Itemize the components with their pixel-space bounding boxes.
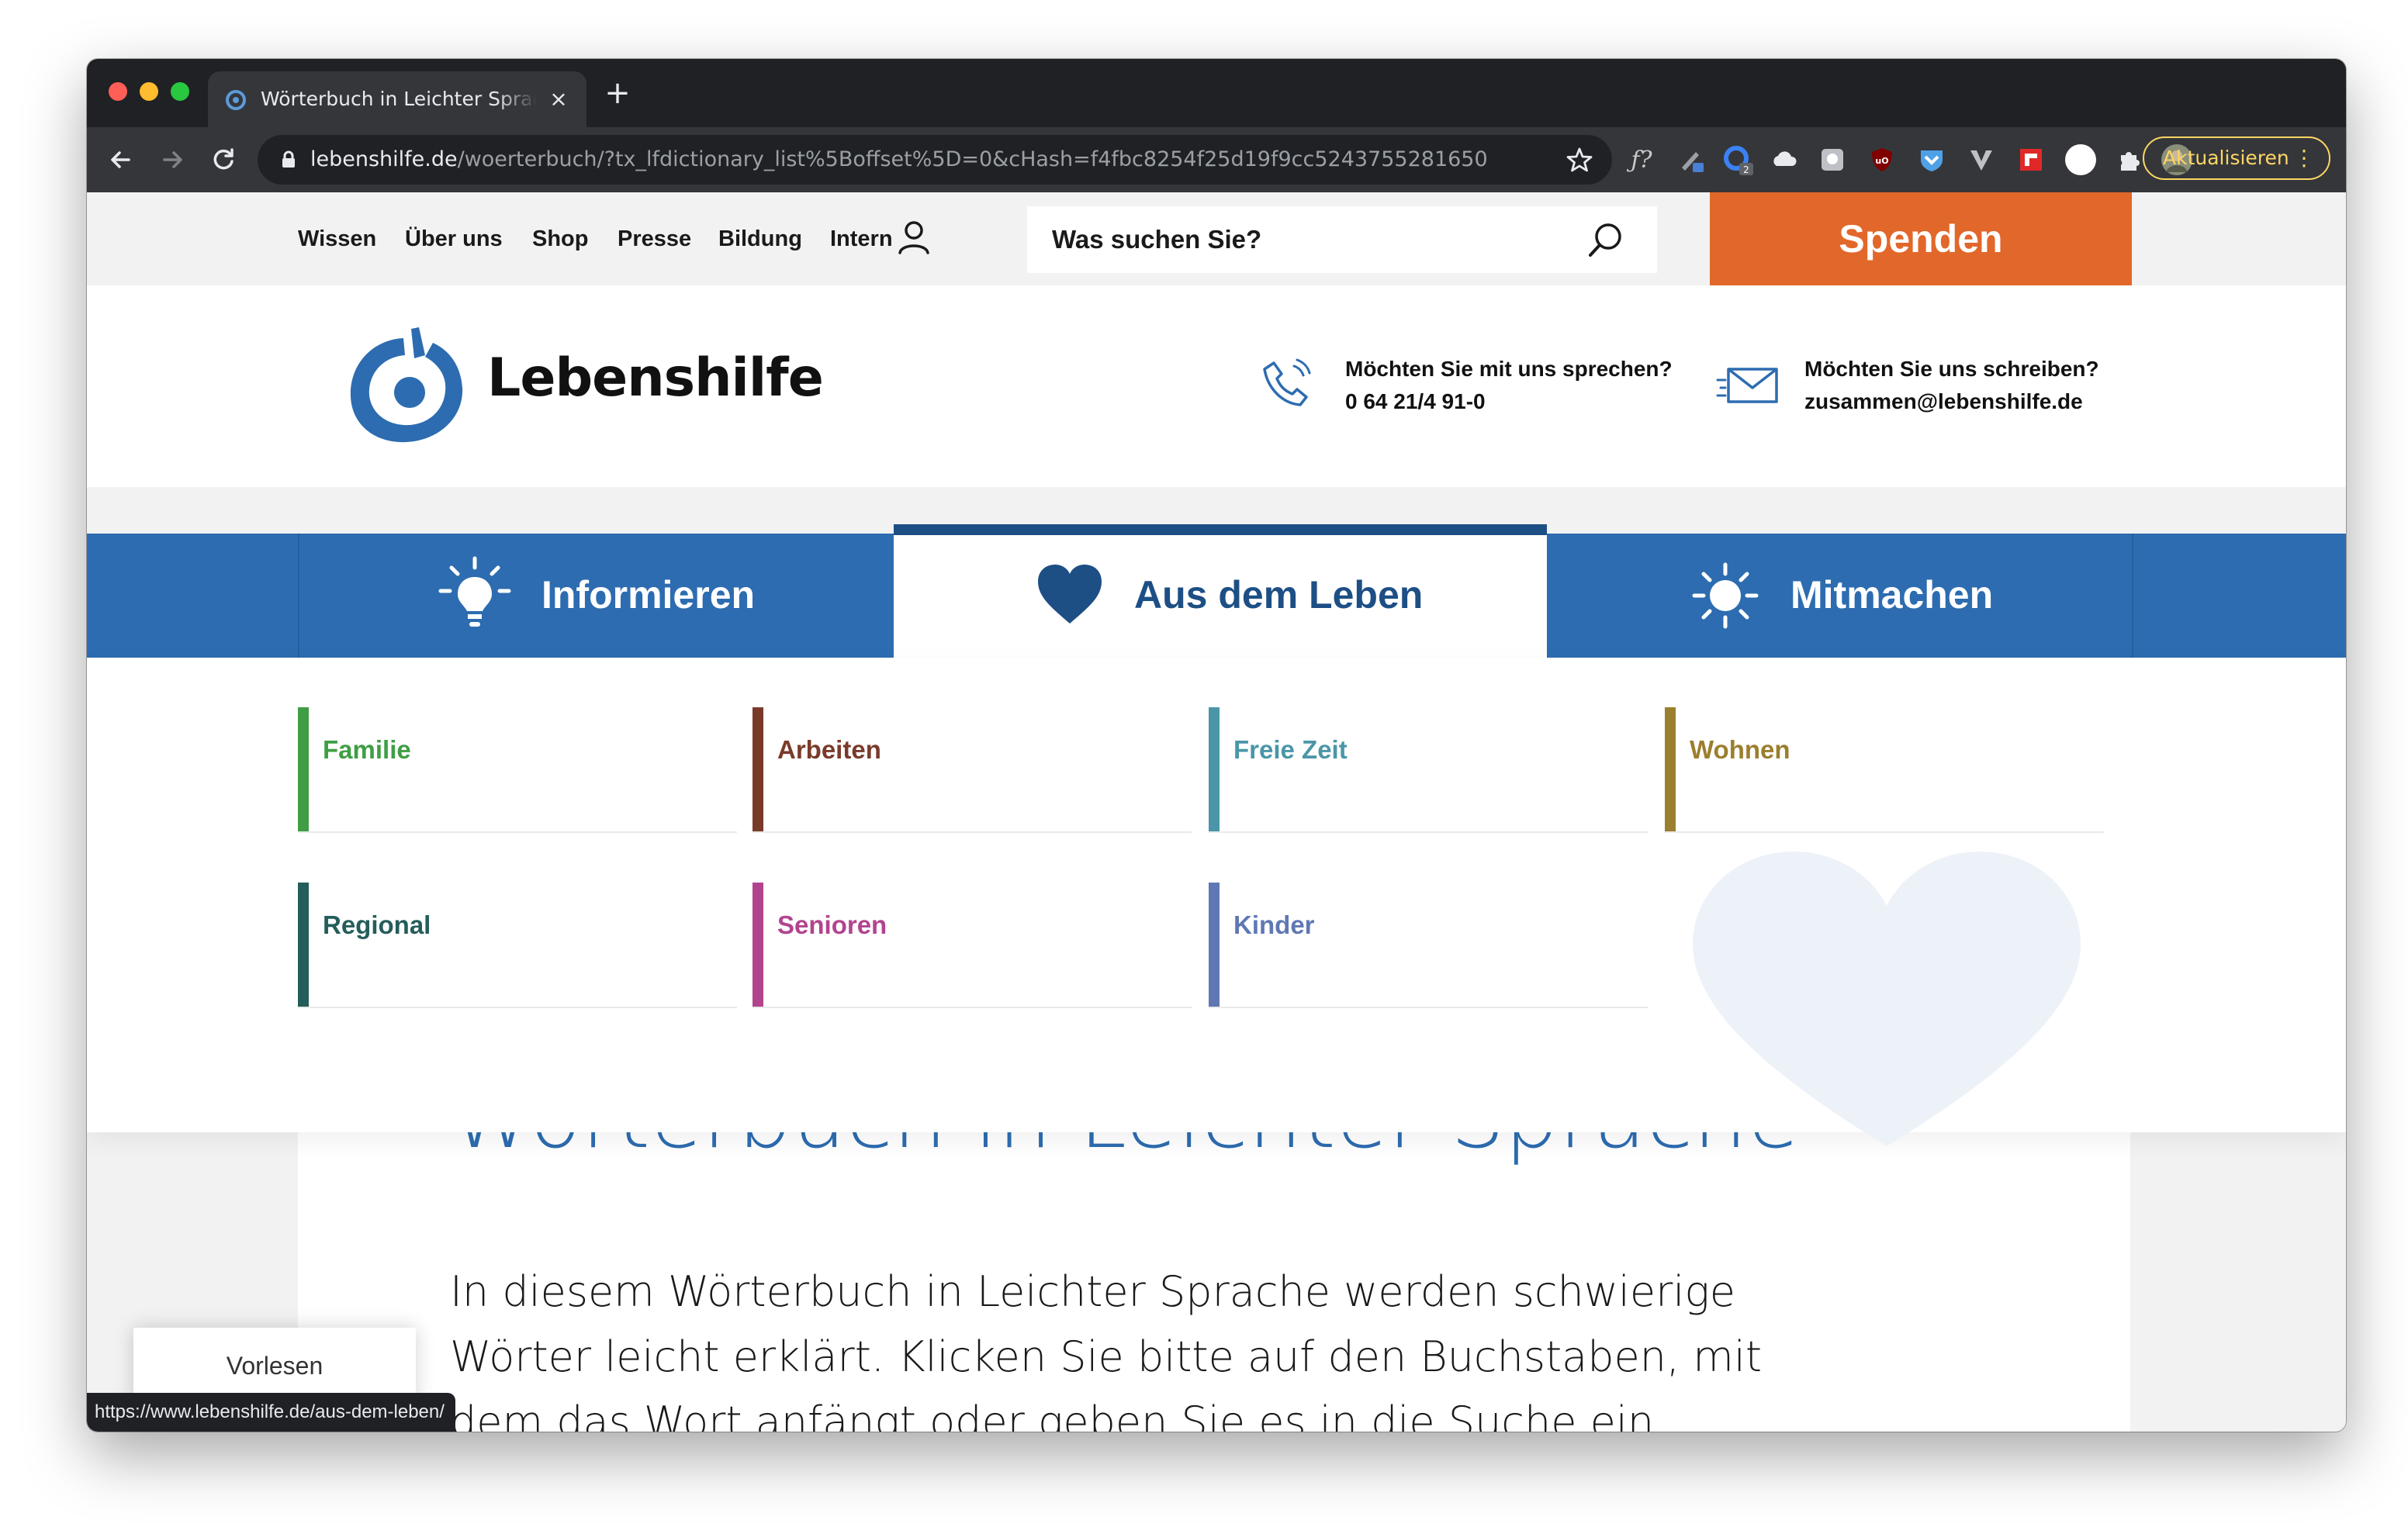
minimize-window-button[interactable] [140, 82, 158, 101]
forward-arrow-icon[interactable] [155, 143, 189, 177]
topnav-intern[interactable]: Intern [830, 226, 893, 252]
mail-icon [1716, 368, 1778, 403]
ublock-extension-icon[interactable]: uO [1865, 143, 1899, 177]
url-text: lebenshilfe.de/woerterbuch/?tx_lfdiction… [310, 146, 1488, 174]
topnav-shop[interactable]: Shop [532, 226, 589, 252]
category-wohnen[interactable]: Wohnen [1665, 707, 2104, 833]
topnav-bildung[interactable]: Bildung [718, 226, 802, 252]
category-familie[interactable]: Familie [298, 707, 737, 833]
category-color-bar [1665, 707, 1676, 831]
tab-title: Wörterbuch in Leichter Sprache – Lebensh… [261, 88, 537, 110]
category-freie-zeit[interactable]: Freie Zeit [1209, 707, 1648, 833]
fontface-extension-icon[interactable]: ƒ? [1624, 143, 1659, 177]
reload-icon[interactable] [206, 143, 240, 177]
lebenshilfe-favicon-icon [226, 90, 246, 110]
intro-paragraph: In diesem Wörterbuch in Leichter Sprache… [450, 1267, 1763, 1432]
search-box [1027, 206, 1657, 273]
tab-informieren-label: Informieren [541, 573, 756, 617]
lebenshilfe-logo-icon[interactable] [341, 326, 473, 450]
category-kinder[interactable]: Kinder [1209, 883, 1648, 1008]
category-label: Wohnen [1690, 735, 1790, 764]
main-content: Wörterbuch in Leichter Sprache In diesem… [298, 1075, 2130, 1432]
browser-toolbar: lebenshilfe.de/woerterbuch/?tx_lfdiction… [87, 127, 2346, 192]
tab-mitmachen[interactable]: Mitmachen [1548, 534, 2219, 658]
bookmark-star-icon[interactable] [1566, 146, 1593, 174]
back-arrow-icon[interactable] [104, 143, 138, 177]
category-label: Freie Zeit [1233, 735, 1348, 764]
pen-extension-icon[interactable] [1674, 143, 1708, 177]
flipboard-extension-icon[interactable] [2014, 143, 2048, 177]
category-color-bar [1209, 707, 1220, 831]
utility-bar: Wissen Über uns Shop Presse Bildung Inte… [87, 192, 2346, 285]
category-color-bar [752, 707, 763, 831]
screenshot-extension-icon[interactable] [1815, 143, 1849, 177]
tab-aus-dem-leben[interactable]: Aus dem Leben [894, 524, 1547, 658]
category-label: Familie [323, 735, 411, 764]
menu-dots-icon: ⋮ [2293, 145, 2315, 171]
phone-number[interactable]: 0 64 21/4 91-0 [1345, 389, 1486, 414]
user-icon[interactable] [894, 217, 934, 257]
category-color-bar [1209, 883, 1220, 1007]
zoom-window-button[interactable] [171, 82, 189, 101]
category-label: Arbeiten [777, 735, 881, 764]
address-bar[interactable]: lebenshilfe.de/woerterbuch/?tx_lfdiction… [258, 135, 1612, 185]
status-bar-url: https://www.lebenshilfe.de/aus-dem-leben… [87, 1393, 455, 1432]
category-regional[interactable]: Regional [298, 883, 737, 1008]
page-viewport: Wörterbuch in Leichter Sprache In diesem… [87, 192, 2346, 1432]
search-input[interactable] [1027, 206, 1595, 273]
sync-extension-icon[interactable]: 2 [1721, 143, 1755, 177]
donate-button[interactable]: Spenden [1710, 192, 2132, 285]
browser-tab-active[interactable]: Wörterbuch in Leichter Sprache – Lebensh… [208, 71, 586, 127]
category-color-bar [298, 707, 309, 831]
main-navigation: Informieren Aus dem Leben Mitmachen [87, 524, 2346, 658]
tab-informieren[interactable]: Informieren [299, 534, 894, 658]
svg-text:uO: uO [1875, 156, 1888, 166]
phone-question: Möchten Sie mit uns sprechen? [1345, 357, 1673, 381]
new-tab-button[interactable]: + [602, 78, 633, 109]
mail-question: Möchten Sie uns schreiben? [1804, 357, 2099, 381]
topnav-presse[interactable]: Presse [618, 226, 691, 252]
update-browser-button[interactable]: Aktualisieren ⋮ [2143, 136, 2330, 180]
mega-menu: Familie Arbeiten Freie Zeit Wohnen Regio… [87, 658, 2346, 1146]
category-label: Regional [323, 910, 431, 939]
svg-text:2: 2 [1743, 164, 1749, 175]
update-label: Aktualisieren [2163, 147, 2289, 169]
site-header: Lebenshilfe Möchten Sie mit uns sprechen… [87, 285, 2346, 487]
category-color-bar [298, 883, 309, 1007]
tab-aus-dem-leben-label: Aus dem Leben [1134, 573, 1424, 617]
heart-icon [1038, 565, 1102, 624]
puzzle-extensions-icon[interactable] [2112, 143, 2146, 177]
browser-window: Wörterbuch in Leichter Sprache – Lebensh… [87, 59, 2346, 1432]
mail-address[interactable]: zusammen@lebenshilfe.de [1804, 389, 2083, 414]
vimium-extension-icon[interactable] [1964, 143, 1998, 177]
circle-extension-icon[interactable] [2064, 143, 2098, 177]
background-heart-icon [1693, 852, 2081, 1146]
lightbulb-icon [438, 556, 511, 627]
close-tab-icon[interactable]: × [546, 87, 571, 112]
phone-icon [1263, 358, 1311, 406]
category-color-bar [752, 883, 763, 1007]
topnav-ueber-uns[interactable]: Über uns [405, 226, 503, 252]
category-senioren[interactable]: Senioren [752, 883, 1192, 1008]
category-label: Kinder [1233, 910, 1315, 939]
cloud-extension-icon[interactable] [1767, 143, 1801, 177]
url-domain: lebenshilfe.de [310, 147, 458, 171]
url-path: /woerterbuch/?tx_lfdictionary_list%5Boff… [457, 147, 1488, 171]
close-window-button[interactable] [109, 82, 127, 101]
search-icon[interactable] [1586, 220, 1626, 261]
shield-extension-icon[interactable] [1915, 143, 1949, 177]
tab-strip: Wörterbuch in Leichter Sprache – Lebensh… [87, 59, 2346, 127]
logo-wordmark[interactable]: Lebenshilfe [487, 347, 824, 409]
topnav-wissen[interactable]: Wissen [298, 226, 376, 252]
tab-mitmachen-label: Mitmachen [1790, 573, 1994, 617]
category-arbeiten[interactable]: Arbeiten [752, 707, 1192, 833]
category-label: Senioren [777, 910, 887, 939]
sun-icon [1692, 562, 1759, 629]
nav-divider [2132, 534, 2133, 658]
lock-icon [282, 150, 295, 168]
